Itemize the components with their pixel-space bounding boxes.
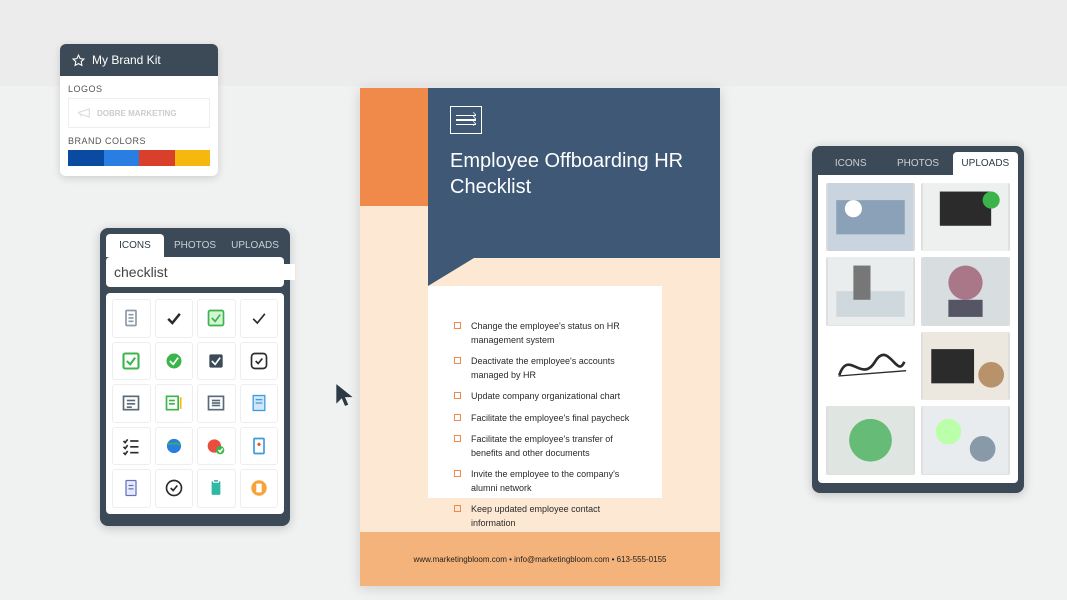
icon-clipboard-medical[interactable]: [240, 427, 279, 466]
uploads-panel: ICONS PHOTOS UPLOADS: [812, 146, 1024, 493]
search-row: [106, 257, 284, 287]
icon-list-lines[interactable]: [112, 384, 151, 423]
tab-uploads[interactable]: UPLOADS: [226, 234, 284, 257]
icon-checkbox-outline[interactable]: [240, 342, 279, 381]
document-footer: www.marketingbloom.com • info@marketingb…: [414, 555, 667, 564]
icon-check[interactable]: [155, 299, 194, 338]
icon-checkbox-green-light[interactable]: [197, 299, 236, 338]
brand-kit-title: My Brand Kit: [92, 53, 161, 67]
list-item: Facilitate the employee's final paycheck: [454, 412, 636, 426]
upload-thumb[interactable]: [826, 406, 915, 474]
megaphone-icon: [75, 106, 93, 120]
logo-placeholder[interactable]: DOBRE MARKETING: [68, 98, 210, 128]
icon-results-grid: [106, 293, 284, 514]
star-icon: [72, 54, 85, 67]
icon-check-circle-green[interactable]: [155, 342, 194, 381]
list-item: Keep updated employee contact informatio…: [454, 503, 636, 530]
icon-clipboard-lines[interactable]: [112, 469, 151, 508]
upload-thumb[interactable]: [826, 332, 915, 400]
upload-thumb[interactable]: [826, 257, 915, 325]
icons-panel: ICONS PHOTOS UPLOADS: [100, 228, 290, 526]
checklist: Change the employee's status on HR manag…: [454, 320, 636, 530]
list-item: Facilitate the employee's transfer of be…: [454, 433, 636, 460]
icon-checklist-bullets[interactable]: [112, 427, 151, 466]
icon-list-pencil[interactable]: [155, 384, 194, 423]
search-input[interactable]: [114, 264, 295, 280]
checklist-header-icon: [450, 106, 482, 134]
upload-thumb[interactable]: [921, 257, 1010, 325]
tab-photos-2[interactable]: PHOTOS: [885, 152, 950, 175]
list-item: Invite the employee to the company's alu…: [454, 468, 636, 495]
icon-checkbox-dark[interactable]: [197, 342, 236, 381]
icon-clipboard-orange[interactable]: [240, 469, 279, 508]
icon-clipboard[interactable]: [112, 299, 151, 338]
tab-icons[interactable]: ICONS: [106, 234, 164, 257]
cursor-icon: [332, 380, 358, 410]
upload-thumb[interactable]: [921, 332, 1010, 400]
tab-icons-2[interactable]: ICONS: [818, 152, 883, 175]
list-item: Update company organizational chart: [454, 390, 636, 404]
list-item: Deactivate the employee's accounts manag…: [454, 355, 636, 382]
list-item: Change the employee's status on HR manag…: [454, 320, 636, 347]
icon-globe-check[interactable]: [197, 427, 236, 466]
upload-thumb[interactable]: [921, 183, 1010, 251]
brand-kit-header: My Brand Kit: [60, 44, 218, 76]
tab-photos[interactable]: PHOTOS: [166, 234, 224, 257]
upload-thumb[interactable]: [826, 183, 915, 251]
brand-colors-label: BRAND COLORS: [68, 136, 210, 146]
brand-color-swatches[interactable]: [68, 150, 210, 166]
icon-clipboard-teal[interactable]: [197, 469, 236, 508]
brand-kit-panel: My Brand Kit LOGOS DOBRE MARKETING BRAND…: [60, 44, 218, 176]
document-canvas[interactable]: Employee Offboarding HR Checklist Change…: [360, 88, 720, 586]
uploads-grid: [818, 175, 1018, 483]
icon-doc-blue[interactable]: [240, 384, 279, 423]
document-title: Employee Offboarding HR Checklist: [450, 148, 698, 200]
icon-globe-blue[interactable]: [155, 427, 194, 466]
upload-thumb[interactable]: [921, 406, 1010, 474]
icon-check-circle-outline[interactable]: [155, 469, 194, 508]
logos-label: LOGOS: [68, 84, 210, 94]
icon-list-lines-2[interactable]: [197, 384, 236, 423]
icon-checkbox-green-outline[interactable]: [112, 342, 151, 381]
tab-uploads-2[interactable]: UPLOADS: [953, 152, 1018, 175]
icon-check-thin[interactable]: [240, 299, 279, 338]
